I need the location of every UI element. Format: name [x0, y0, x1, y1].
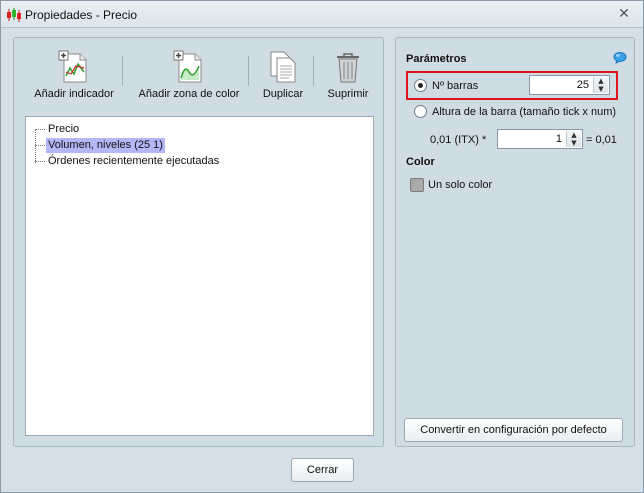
window-title: Propiedades - Precio — [25, 8, 138, 22]
color-swatch[interactable] — [410, 178, 424, 192]
add-color-zone-button[interactable]: Añadir zona de color — [134, 50, 244, 106]
duplicate-label: Duplicar — [262, 88, 304, 100]
tree-item-recent-orders[interactable]: Órdenes recientemente ejecutadas — [46, 154, 221, 169]
add-indicator-button[interactable]: Añadir indicador — [24, 50, 124, 106]
close-button[interactable]: Cerrar — [291, 458, 354, 482]
tree-connector — [35, 129, 45, 130]
parameters-title: Parámetros — [406, 53, 467, 65]
toolbar-separator — [122, 56, 123, 86]
bar-height-radio[interactable] — [414, 105, 427, 118]
info-bubble-icon[interactable] — [613, 52, 627, 64]
add-color-zone-icon — [173, 50, 202, 83]
tree-connector — [35, 161, 45, 162]
convert-default-button[interactable]: Convertir en configuración por defecto — [404, 418, 623, 442]
properties-window: Propiedades - Precio ✕ Añadir indicador — [0, 0, 644, 493]
delete-button[interactable]: Suprimir — [322, 50, 374, 106]
tick-stepper[interactable]: 1 ▲ ▼ — [497, 129, 583, 149]
add-color-zone-label: Añadir zona de color — [138, 88, 240, 100]
tree-item-volume-levels[interactable]: Volumen, niveles (25 1) — [46, 138, 165, 153]
down-arrow-icon[interactable]: ▼ — [567, 139, 581, 147]
toolbar-separator — [248, 56, 249, 86]
candlestick-chart-icon — [7, 8, 21, 22]
bars-stepper-arrows[interactable]: ▲ ▼ — [593, 77, 608, 93]
parameters-panel: Parámetros Nº barras 25 ▲ ▼ Altura de la… — [395, 37, 635, 447]
bars-label: Nº barras — [432, 80, 479, 92]
radio-dot — [418, 83, 423, 88]
title-bar[interactable]: Propiedades - Precio ✕ — [1, 1, 643, 28]
trash-icon — [337, 53, 359, 83]
add-indicator-label: Añadir indicador — [34, 88, 114, 100]
toolbar-separator — [313, 56, 314, 86]
delete-label: Suprimir — [327, 88, 369, 100]
bar-height-label: Altura de la barra (tamaño tick x num) — [432, 106, 617, 118]
up-arrow-icon[interactable]: ▲ — [594, 77, 608, 85]
add-indicator-icon — [58, 50, 87, 83]
duplicate-icon — [270, 51, 296, 83]
duplicate-button[interactable]: Duplicar — [258, 50, 308, 106]
indicators-panel: Añadir indicador Añadir zona de color Du… — [13, 37, 384, 447]
close-window-icon[interactable]: ✕ — [615, 5, 633, 23]
tree-item-price[interactable]: Precio — [46, 122, 81, 137]
bars-stepper[interactable]: 25 ▲ ▼ — [529, 75, 610, 95]
tick-result: = 0,01 — [586, 134, 617, 146]
up-arrow-icon[interactable]: ▲ — [567, 131, 581, 139]
indicator-tree[interactable]: Precio Volumen, niveles (25 1) Órdenes r… — [25, 116, 374, 436]
toolbar: Añadir indicador Añadir zona de color Du… — [14, 38, 383, 108]
tree-connector — [35, 129, 36, 163]
single-color-label: Un solo color — [428, 179, 493, 191]
down-arrow-icon[interactable]: ▼ — [594, 85, 608, 93]
bars-radio[interactable] — [414, 79, 427, 92]
tick-value: 1 — [555, 133, 562, 145]
tick-stepper-arrows[interactable]: ▲ ▼ — [566, 131, 581, 147]
bars-value: 25 — [576, 79, 589, 91]
tree-connector — [35, 145, 45, 146]
color-title: Color — [406, 156, 435, 168]
tick-prefix: 0,01 (ITX) * — [430, 134, 487, 146]
